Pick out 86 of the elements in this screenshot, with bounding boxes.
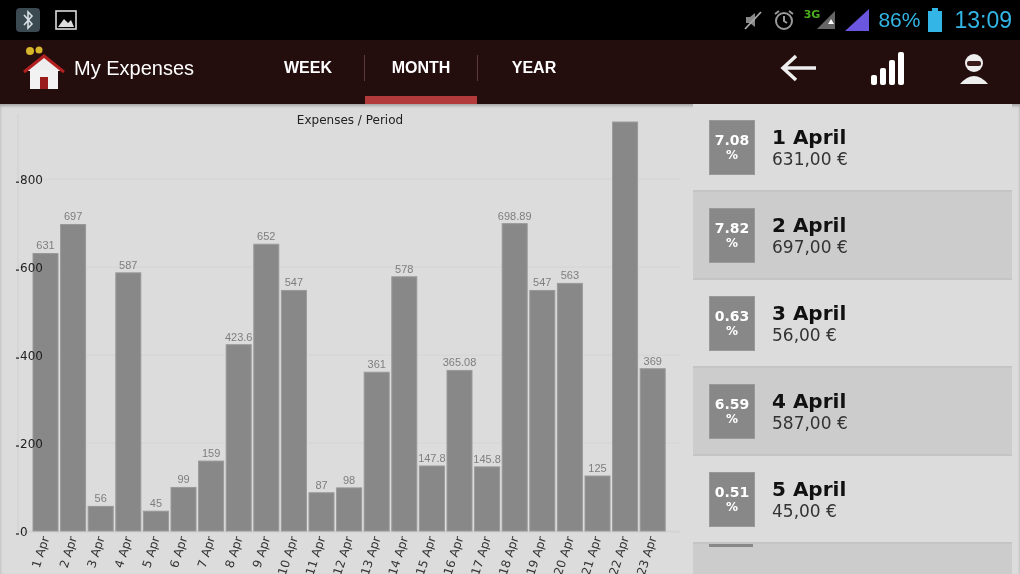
day-list-item[interactable]: 7.82 % 2 April 697,00 € [693, 192, 1012, 280]
day-amount: 697,00 € [772, 237, 848, 257]
bar-value-label: 547 [533, 276, 552, 289]
x-axis-label: 2 Apr [56, 534, 80, 570]
x-axis-label: 12 Apr [330, 534, 356, 574]
period-tab[interactable]: MONTH [365, 40, 477, 104]
x-axis-label: 15 Apr [413, 534, 439, 574]
bar-value-label: 147.8 [418, 452, 446, 464]
bar-value-label: 578 [395, 262, 414, 275]
day-date: 4 April [772, 389, 848, 413]
day-list-item[interactable]: 7.08 % 1 April 631,00 € [693, 104, 1012, 192]
signal-strength-icon [844, 8, 871, 32]
bar-value-label: 99 [177, 473, 190, 486]
bar-value-label: 698.89 [497, 209, 532, 222]
x-axis-label: 14 Apr [385, 534, 412, 574]
bar-value-label: 361 [367, 358, 386, 371]
network-type-label: 3G [803, 7, 821, 21]
x-axis-label: 9 Apr [249, 534, 274, 570]
back-arrow-icon[interactable] [780, 53, 818, 83]
period-tab[interactable]: WEEK [252, 40, 364, 104]
bar-value-label: 159 [201, 447, 221, 460]
day-list-item[interactable]: 6.59 % 4 April 587,00 € [693, 368, 1012, 456]
percent-value: 0.51 [714, 484, 750, 500]
bluetooth-icon [15, 7, 41, 33]
bar-value-label: 125 [588, 462, 607, 475]
x-axis-label: 17 Apr [468, 534, 494, 574]
percent-value: 7.08 [714, 132, 750, 148]
y-axis-label: 200 [20, 437, 43, 452]
day-amount: 56,00 € [772, 325, 838, 345]
muted-speaker-icon [741, 9, 764, 31]
bar-value-label: 145.8 [473, 452, 501, 465]
x-axis-label: 4 Apr [111, 534, 136, 570]
percent-sign: % [726, 500, 738, 514]
x-axis-label: 1 Apr [29, 534, 53, 570]
y-axis-label: 800 [20, 173, 43, 188]
bar-chart-icon[interactable] [870, 51, 906, 85]
x-axis-label: 7 Apr [194, 534, 218, 570]
battery-icon [928, 8, 943, 32]
house-with-coins-icon[interactable] [22, 45, 68, 91]
percent-sign: % [726, 412, 738, 426]
x-axis-label: 11 Apr [302, 534, 329, 574]
bar-value-label: 56 [94, 492, 107, 505]
day-amount: 631,00 € [772, 149, 848, 169]
x-axis-label: 3 Apr [84, 534, 108, 570]
x-axis-label: 18 Apr [495, 534, 522, 574]
battery-percentage: 86% [878, 8, 921, 32]
bar-value-label: 87 [315, 478, 328, 491]
percent-sign: % [726, 324, 738, 338]
bar-value-label: 547 [284, 276, 304, 289]
x-axis-label: 6 Apr [167, 534, 191, 570]
x-axis-label: 13 Apr [357, 534, 384, 574]
period-tab[interactable]: YEAR [478, 40, 590, 104]
day-date: 2 April [772, 213, 848, 237]
percent-value: 0.63 [714, 308, 750, 324]
bar-value-label: 365.08 [442, 356, 477, 369]
bar-value-label: 423.6 [224, 330, 253, 343]
bar-value-label: 631 [36, 239, 55, 252]
x-axis-label: 10 Apr [275, 534, 301, 574]
bar-value-label: 369 [643, 354, 662, 367]
bar-value-label: 563 [560, 269, 580, 282]
chart-title: Expenses / Period [296, 113, 404, 127]
day-amount: 587,00 € [772, 413, 848, 433]
day-date: 5 April [772, 477, 847, 501]
bar-value-label: 652 [257, 230, 276, 243]
bar-value-label: 98 [343, 473, 356, 486]
user-icon[interactable] [958, 52, 990, 84]
bar-value-label: 45 [149, 497, 162, 510]
percent-value: 7.82 [714, 220, 750, 236]
percent-sign: % [726, 148, 738, 162]
x-axis-label: 5 Apr [139, 534, 163, 570]
clock-time: 13:09 [954, 6, 1012, 34]
day-date: 3 April [772, 301, 847, 325]
day-amount: 45,00 € [772, 501, 838, 521]
bar-value-label: 697 [63, 210, 83, 223]
bar-value-label: 587 [119, 258, 138, 271]
y-axis-label: 600 [20, 261, 43, 276]
y-axis-label: 0 [20, 525, 28, 539]
y-axis-label: 400 [20, 349, 43, 364]
x-axis-label: 19 Apr [523, 534, 550, 574]
day-date: 1 April [772, 125, 848, 149]
image-icon [55, 10, 77, 30]
percent-sign: % [726, 236, 738, 250]
percent-value: 6.59 [714, 396, 750, 412]
x-axis-label: 8 Apr [222, 534, 246, 570]
app-title: My Expenses [74, 56, 196, 80]
x-axis-label: 16 Apr [440, 534, 467, 574]
